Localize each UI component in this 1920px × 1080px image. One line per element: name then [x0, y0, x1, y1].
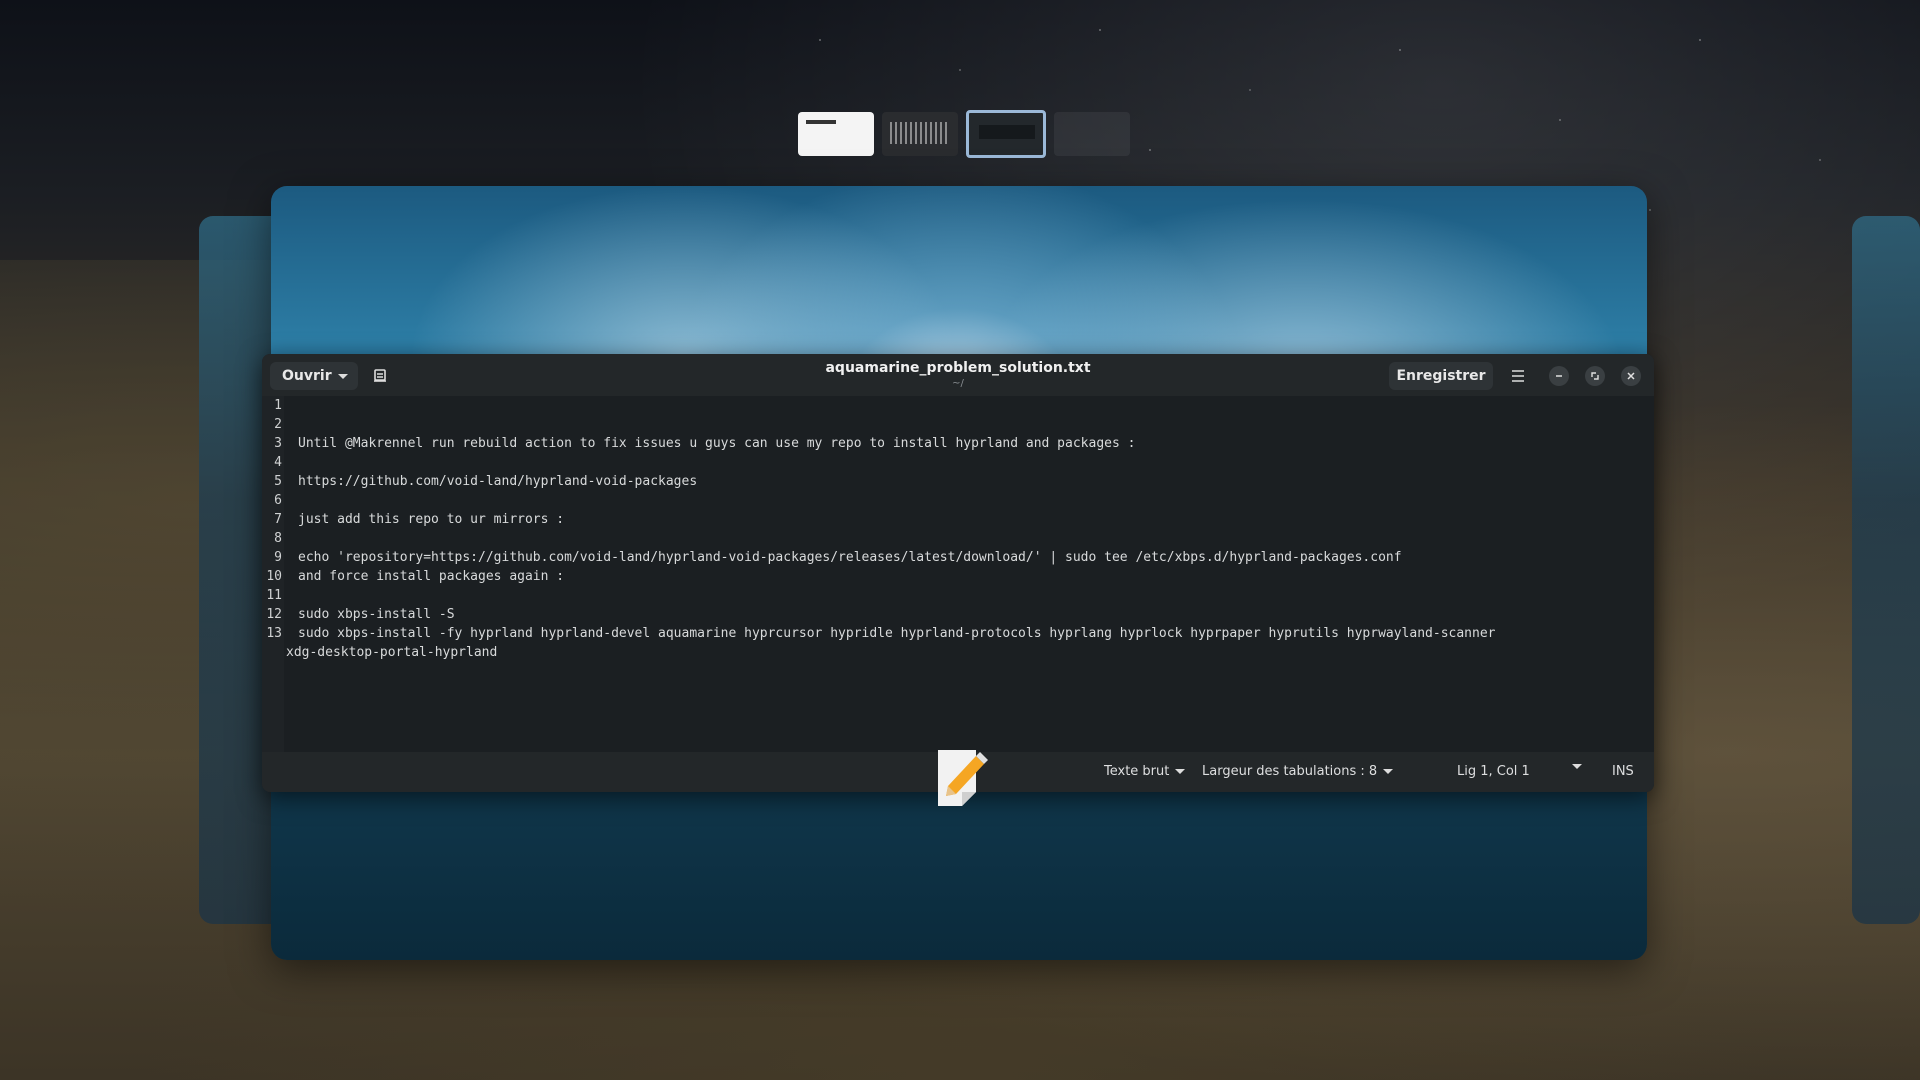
- insert-mode-indicator[interactable]: INS: [1612, 764, 1634, 779]
- line-text-wrapped: xdg-desktop-portal-hyprland: [286, 645, 498, 660]
- line-number: 11: [266, 588, 282, 603]
- tab-width-label: Largeur des tabulations : 8: [1202, 764, 1378, 779]
- text-line: 5 https://github.com/void-land/hyprland-v…: [262, 474, 1654, 493]
- line-text: and force install packages again :: [298, 569, 565, 584]
- line-number: 4: [274, 455, 282, 470]
- text-line: 11: [262, 588, 1654, 607]
- caret-down-icon: [1383, 769, 1394, 774]
- workspace-thumbnail-3-active[interactable]: [966, 110, 1046, 158]
- editor-content: 1 2 3 Until @Makrennel run rebuild action…: [262, 396, 1654, 752]
- maximize-button[interactable]: [1585, 366, 1605, 386]
- line-text: sudo xbps-install -S: [298, 607, 455, 622]
- language-selector[interactable]: Texte brut: [1104, 764, 1186, 779]
- text-line: 8: [262, 531, 1654, 550]
- line-number: 13: [266, 626, 282, 641]
- text-editor-window[interactable]: Ouvrir aquamarine_problem_solution.txt ~…: [262, 354, 1654, 792]
- text-line: 7 just add this repo to ur mirrors :: [262, 512, 1654, 531]
- line-text: sudo xbps-install -fy hyprland hyprland-…: [298, 626, 1496, 641]
- insert-mode-label: INS: [1612, 764, 1634, 779]
- line-text: https://github.com/void-land/hyprland-vo…: [298, 474, 698, 489]
- header-bar: Ouvrir aquamarine_problem_solution.txt ~…: [262, 354, 1654, 396]
- text-line: 13 sudo xbps-install -fy hyprland hyprlan…: [262, 626, 1654, 645]
- line-number: 2: [274, 417, 282, 432]
- line-number: 6: [274, 493, 282, 508]
- tab-width-selector[interactable]: Largeur des tabulations : 8: [1202, 764, 1394, 779]
- text-editor-app-icon: [938, 750, 988, 806]
- line-text: Until @Makrennel run rebuild action to f…: [298, 436, 1136, 451]
- close-icon: [1627, 372, 1635, 380]
- text-line-wrapped: xdg-desktop-portal-hyprland: [262, 645, 1654, 664]
- hamburger-menu-icon: [1512, 370, 1524, 382]
- line-number: 5: [274, 474, 282, 489]
- text-line: 9 echo 'repository=https://github.com/voi…: [262, 550, 1654, 569]
- caret-down-icon: [1572, 764, 1582, 769]
- line-number: 3: [274, 436, 282, 451]
- line-number: 10: [266, 569, 282, 584]
- cursor-position-label: Lig 1, Col 1: [1457, 764, 1530, 779]
- line-text: just add this repo to ur mirrors :: [298, 512, 565, 527]
- text-line: 1: [262, 398, 1654, 417]
- line-number: 12: [266, 607, 282, 622]
- main-menu-button[interactable]: [1504, 362, 1532, 390]
- line-number: 7: [274, 512, 282, 527]
- minimize-icon: [1556, 375, 1562, 377]
- close-button[interactable]: [1621, 366, 1641, 386]
- line-number: 8: [274, 531, 282, 546]
- position-dropdown[interactable]: [1572, 764, 1582, 769]
- text-editor-icon[interactable]: [934, 748, 990, 808]
- text-line: 6: [262, 493, 1654, 512]
- save-button[interactable]: Enregistrer: [1389, 362, 1493, 390]
- cursor-position-selector[interactable]: Lig 1, Col 1: [1457, 764, 1530, 779]
- workspace-switcher: [798, 110, 1130, 158]
- maximize-icon: [1591, 372, 1599, 380]
- text-line: 4: [262, 455, 1654, 474]
- text-line: 2: [262, 417, 1654, 436]
- text-line: 12 sudo xbps-install -S: [262, 607, 1654, 626]
- workspace-thumbnail-4[interactable]: [1054, 112, 1130, 156]
- line-number: 1: [274, 398, 282, 413]
- line-number: 9: [274, 550, 282, 565]
- text-line: 3 Until @Makrennel run rebuild action to …: [262, 436, 1654, 455]
- minimize-button[interactable]: [1549, 366, 1569, 386]
- text-line: 10 and force install packages again :: [262, 569, 1654, 588]
- language-label: Texte brut: [1104, 764, 1170, 779]
- workspace-thumbnail-1[interactable]: [798, 112, 874, 156]
- workspace-thumbnail-2[interactable]: [882, 112, 958, 156]
- adjacent-workspace-right[interactable]: [1852, 216, 1920, 924]
- caret-down-icon: [1175, 769, 1186, 774]
- line-text: echo 'repository=https://github.com/void…: [298, 550, 1402, 565]
